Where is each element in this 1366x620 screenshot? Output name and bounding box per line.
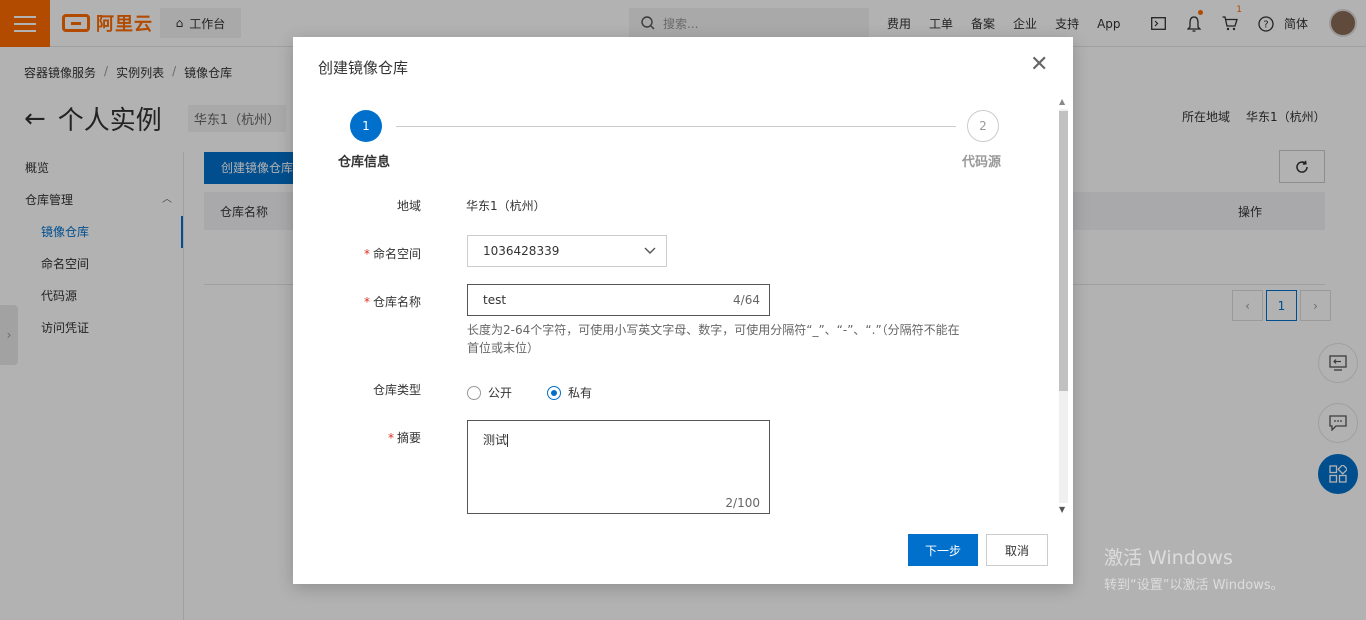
repo-name-hint: 长度为2-64个字符，可使用小写英文字母、数字，可使用分隔符“_”、“-”、“.… — [467, 323, 960, 355]
close-icon[interactable]: ✕ — [1030, 54, 1048, 76]
region-field-label: 地域 — [396, 199, 421, 213]
namespace-field-label: * 命名空间 — [293, 245, 421, 262]
scroll-down-icon[interactable]: ▼ — [1059, 505, 1065, 514]
next-step-button[interactable]: 下一步 — [908, 534, 978, 566]
required-mark: * — [387, 431, 394, 445]
radio-private[interactable] — [547, 385, 562, 400]
watermark-line2: 转到“设置”以激活 Windows。 — [1104, 578, 1284, 593]
repo-name-field-label: * 仓库名称 — [293, 293, 421, 310]
scrollbar-thumb[interactable] — [1059, 111, 1068, 391]
dialog-title: 创建镜像仓库 — [318, 59, 409, 77]
steps-connector — [396, 126, 956, 127]
watermark-line1: 激活 Windows — [1104, 547, 1233, 569]
repo-name-label-text: 仓库名称 — [372, 295, 421, 309]
namespace-select[interactable]: 1036428339 — [467, 235, 667, 267]
repo-type-radio-group: 公开 私有 — [467, 384, 592, 401]
repo-type-field-label: 仓库类型 — [372, 383, 421, 397]
summary-label-text: 摘要 — [396, 431, 421, 445]
summary-char-count: 2/100 — [725, 496, 760, 510]
repo-name-char-count: 4/64 — [733, 293, 760, 307]
cancel-button[interactable]: 取消 — [986, 534, 1048, 566]
scroll-up-icon[interactable]: ▲ — [1059, 97, 1065, 106]
repo-name-input[interactable]: test 4/64 — [467, 284, 770, 316]
namespace-label-text: 命名空间 — [372, 247, 421, 261]
windows-activation-watermark: 激活 Windows 转到“设置”以激活 Windows。 — [1104, 543, 1284, 593]
chevron-down-icon — [644, 236, 656, 278]
step-2-label: 代码源 — [962, 155, 1002, 170]
required-mark: * — [363, 247, 370, 261]
step-1-indicator: 1 — [350, 110, 382, 142]
create-repo-dialog: 创建镜像仓库 ✕ ▲ ▼ 1 2 仓库信息 代码源 地域 华东1（杭州） * 命名… — [293, 37, 1073, 584]
dialog-scrollbar[interactable]: ▲ ▼ — [1056, 95, 1071, 517]
repo-name-value: test — [483, 293, 507, 307]
region-field-value: 华东1（杭州） — [466, 199, 546, 213]
radio-private-label[interactable]: 私有 — [568, 384, 592, 401]
step-1-label: 仓库信息 — [338, 155, 391, 170]
required-mark: * — [363, 295, 370, 309]
namespace-select-value: 1036428339 — [483, 244, 560, 258]
summary-textarea[interactable]: 测试 2/100 — [467, 420, 770, 514]
text-cursor — [507, 434, 509, 447]
step-2-indicator: 2 — [967, 110, 999, 142]
radio-public[interactable] — [467, 385, 481, 400]
radio-public-label[interactable]: 公开 — [488, 384, 512, 401]
summary-value: 测试 — [483, 433, 508, 447]
summary-field-label: * 摘要 — [293, 429, 421, 446]
